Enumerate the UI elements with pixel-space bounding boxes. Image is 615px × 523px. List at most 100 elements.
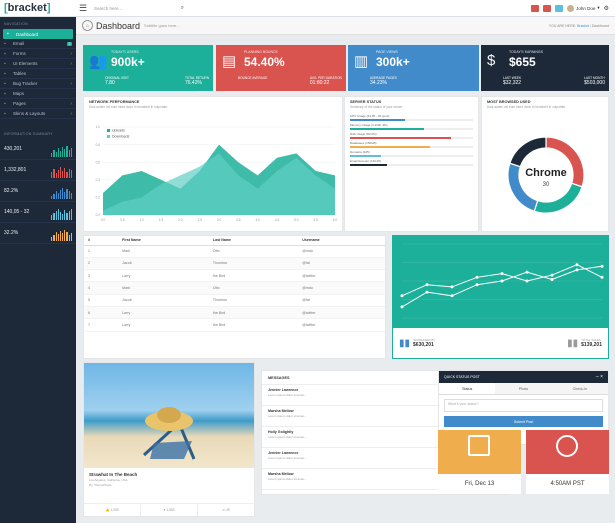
x-tick-label: 4.0	[255, 218, 260, 222]
notification-icon[interactable]	[531, 4, 540, 12]
quick-status-title: QUICK STATUS POST	[444, 375, 480, 379]
x-tick-label: 4.5	[275, 218, 280, 222]
server-status-row: Domains (325)	[350, 149, 473, 158]
tab-status[interactable]: Status	[439, 383, 496, 394]
bug-icon: ▪	[4, 80, 6, 87]
sparkline-bar	[62, 147, 64, 157]
sparkline-bar	[66, 189, 68, 199]
calendar-widget: Fri, Dec 13	[438, 430, 521, 494]
table-cell: the Bird	[208, 269, 299, 283]
status-input[interactable]: What's your status?	[444, 399, 603, 412]
table-row[interactable]: 2 Jacob Thornton @fat	[84, 257, 385, 271]
progress-fill	[350, 145, 430, 148]
map-icon: ▪	[4, 90, 6, 97]
breadcrumb-link[interactable]: Bracket	[577, 24, 589, 28]
sales-point	[550, 278, 554, 282]
avatar	[567, 4, 575, 12]
users-icon: 👥	[89, 53, 108, 70]
column-header[interactable]: Last Name	[208, 236, 299, 246]
email-count-badge: 2	[67, 41, 72, 46]
th-icon: ▪	[4, 110, 6, 117]
alerts-icon[interactable]	[555, 4, 564, 12]
sparkline-bar	[64, 168, 66, 178]
search-icon: ⌕	[180, 4, 184, 11]
sparkline-bar	[66, 172, 68, 178]
sales-point	[575, 263, 579, 267]
y-tick-label: 0.4	[96, 178, 101, 182]
table-cell: Jacob	[118, 257, 209, 271]
x-tick-label: 2.0	[178, 218, 183, 222]
menu-toggle-icon[interactable]: ☰	[76, 0, 90, 17]
beach-image[interactable]	[84, 363, 254, 468]
blog-title[interactable]: Strawhat In The Beach	[89, 472, 249, 477]
summary-stat: 140,05 - 32	[0, 202, 76, 223]
network-performance-panel: NETWORK PERFORMANCE Duis autem vel eum i…	[83, 96, 343, 232]
sales-point	[500, 279, 504, 283]
table-row[interactable]: 6 Larry the Bird @twitter	[84, 306, 385, 320]
sparkline-bar	[51, 153, 53, 157]
love-button[interactable]: ♥ 1,893	[141, 504, 198, 516]
sparkline-bar	[62, 188, 64, 199]
sidebar-item-tables[interactable]: ▪ Tables	[0, 69, 76, 79]
summary-stat: 430,201	[0, 139, 76, 160]
clock-time: 4:50AM PST	[550, 481, 585, 487]
messages-icon[interactable]	[543, 4, 552, 12]
submit-post-button[interactable]: Submit Post	[444, 416, 603, 427]
sidebar-item-ui-elements[interactable]: ▪ UI Elements ›	[0, 59, 76, 69]
table-row[interactable]: 4 Mark Otto @mdo	[84, 281, 385, 295]
column-header[interactable]: Username	[298, 236, 385, 246]
sales-point	[400, 305, 404, 309]
panel-close-icon[interactable]: – ×	[596, 374, 603, 380]
brand-logo[interactable]: [bracket]	[0, 0, 76, 17]
tile-value: 300k+	[376, 55, 410, 69]
sales-point	[450, 294, 454, 298]
sparkline-bar	[66, 213, 68, 220]
sidebar-item-maps[interactable]: ▪ Maps	[0, 89, 76, 99]
clock-icon	[556, 435, 578, 457]
sidebar-item-skins-layouts[interactable]: ▪ Skins & Layouts ›	[0, 109, 76, 119]
column-header[interactable]: First Name	[118, 236, 209, 246]
breadcrumb: YOU ARE HERE: Bracket / Dashboard	[548, 23, 609, 28]
tab-check-in[interactable]: Check-In	[552, 383, 608, 394]
progress-bar	[350, 154, 473, 157]
progress-bar	[350, 127, 473, 130]
sidebar-item-pages[interactable]: ▪ Pages ›	[0, 99, 76, 109]
table-cell: @twitter	[298, 318, 385, 332]
sidebar-item-forms[interactable]: ▪ Forms ›	[0, 49, 76, 59]
sparkline-bar	[53, 213, 55, 220]
x-tick-label: 0.5	[120, 218, 125, 222]
sidebar-item-bug-tracker[interactable]: ▪ Bug Tracker ›	[0, 79, 76, 89]
donut-slice	[533, 182, 583, 214]
table-row[interactable]: 1 Mark Otto @mdo	[84, 245, 385, 258]
column-header[interactable]: #	[84, 236, 119, 246]
sales-point	[475, 275, 479, 279]
table-row[interactable]: 7 Larry the Bird @twitter	[84, 318, 385, 332]
table-cell: 3	[84, 269, 119, 283]
like-button[interactable]: 👍 1,005	[84, 504, 141, 516]
envelope-icon: ▪	[4, 40, 6, 47]
message-preview: Lorem ipsum dolor sit amet...	[268, 456, 307, 460]
thumbs-up-icon: 👍	[105, 508, 110, 512]
sales-point	[525, 270, 529, 274]
chevron-right-icon: ›	[70, 100, 72, 107]
users-table-panel: # First Name Last Name Username 1 Mark Otto @m…	[83, 235, 386, 359]
nav-heading: NAVIGATION	[4, 22, 29, 26]
chevron-right-icon: ›	[70, 50, 72, 57]
table-row[interactable]: 3 Larry the Bird @twitter	[84, 269, 385, 283]
settings-icon[interactable]: ⚙	[604, 5, 609, 12]
increase-value: $630,201	[413, 342, 434, 348]
sidebar-item-dashboard[interactable]: ▪ Dashboard	[3, 29, 73, 39]
sidebar-item-email[interactable]: ▪ Email 2	[0, 39, 76, 49]
calendar-date: Fri, Dec 13	[464, 481, 495, 487]
user-menu[interactable]: John Doe ▾	[567, 4, 600, 12]
blog-author: By: ThemePixels	[89, 483, 112, 487]
search-input[interactable]: Search here... ⌕	[94, 2, 184, 14]
y-tick-label: 0.0	[96, 213, 101, 217]
table-row[interactable]: 5 Jacob Thornton @fat	[84, 294, 385, 307]
sparkline-bar	[70, 148, 72, 157]
table-cell: @mdo	[298, 281, 385, 295]
message-sender: Holly Golightly	[268, 430, 294, 434]
table-cell: Thornton	[208, 257, 299, 271]
tab-photo[interactable]: Photo	[495, 383, 551, 394]
comment-button[interactable]: ✉ 45	[198, 504, 254, 516]
